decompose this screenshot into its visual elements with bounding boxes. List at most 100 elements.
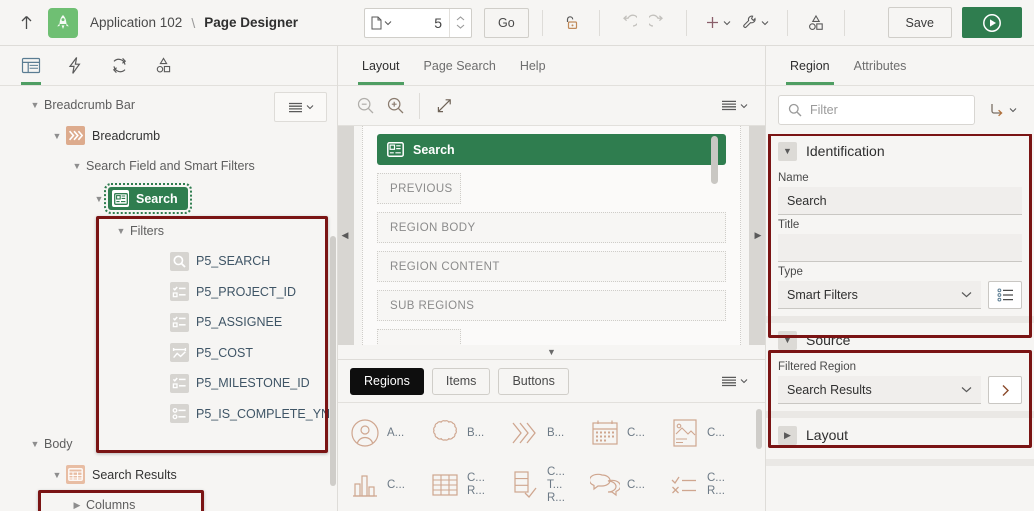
zoom-out-icon[interactable] [350,91,380,121]
card-icon [668,416,702,450]
layout-menu-icon[interactable] [716,91,753,121]
page-number-input[interactable]: 5 [397,15,449,31]
run-button[interactable] [962,7,1022,38]
checklist-icon [170,282,189,302]
title-input[interactable] [778,234,1022,262]
tree-node-breadcrumb[interactable]: ▼ Breadcrumb [0,121,337,152]
left-tab-processing[interactable] [102,47,136,85]
tree-node-p5-is-complete-yn[interactable]: P5_IS_COMPLETE_YN [0,399,337,430]
undo-icon[interactable] [613,8,643,38]
gallery-item-chart[interactable]: C... [348,459,428,511]
page-icon[interactable] [365,16,397,30]
calendar-icon [588,416,622,450]
name-input[interactable]: Search [778,187,1022,215]
collapse-left-icon[interactable]: ◀ [340,228,350,244]
chevron-right-icon[interactable] [988,376,1022,404]
wrench-icon[interactable] [736,8,774,38]
tree-node-body[interactable]: ▼ Body [0,429,337,460]
tree-node-p5-cost[interactable]: P5_COST [0,338,337,369]
collapse-right-icon[interactable]: ▶ [753,228,763,244]
chevron-right-icon[interactable]: ▶ [778,425,797,445]
canvas-scrollbar[interactable] [711,136,718,184]
chevron-down-icon[interactable]: ▼ [48,470,66,480]
gallery-tab-regions[interactable]: Regions [350,367,424,395]
group-header[interactable]: ▼ Identification [778,134,1022,168]
page-number-stepper[interactable] [449,8,471,37]
left-tab-page-shared-components[interactable] [146,47,180,85]
expand-diagonal-icon[interactable] [429,91,459,121]
tab-attributes[interactable]: Attributes [842,46,919,85]
tree-node-search-selected[interactable]: Search [104,183,192,214]
left-tab-rendering[interactable] [14,47,48,85]
breadcrumb-app-link[interactable]: Application 102 [90,15,182,30]
chevron-down-icon[interactable]: ▼ [48,131,66,141]
tree-node-columns[interactable]: ▶ Columns [0,490,337,511]
list-values-icon[interactable] [988,281,1022,309]
chevron-down-icon[interactable]: ▼ [26,100,44,110]
tab-help[interactable]: Help [508,46,558,85]
canvas-placeholder-region-content[interactable]: REGION CONTENT [377,251,726,282]
canvas-region-header-search[interactable]: Search [377,134,726,165]
tree-node-p5-project-id[interactable]: P5_PROJECT_ID [0,277,337,308]
report-icon [66,465,85,485]
tree-scrollbar[interactable] [330,236,336,486]
gallery-tab-items[interactable]: Items [431,367,491,395]
canvas-placeholder-region-body[interactable]: REGION BODY [377,212,726,243]
filtered-region-select[interactable]: Search Results [778,376,981,404]
tree-node-label: P5_MILESTONE_ID [196,376,310,391]
shapes-icon[interactable] [801,8,831,38]
gallery-item-comments[interactable]: C... [588,459,668,511]
tree-node-p5-milestone-id[interactable]: P5_MILESTONE_ID [0,368,337,399]
gallery-item-calendar[interactable]: C... [588,407,668,459]
goto-arrow-icon[interactable] [983,95,1022,125]
right-panel-tabs: Region Attributes [766,46,1034,86]
chevron-down-icon[interactable]: ▼ [90,194,108,204]
tree-node-search[interactable]: ▼ Search [0,182,337,216]
tree-node-filters[interactable]: ▼ Filters [0,216,337,247]
go-button[interactable]: Go [484,7,529,38]
save-button[interactable]: Save [887,7,952,38]
page-selector[interactable]: 5 [364,7,472,38]
tree-node-search-field-and-smart-filters[interactable]: ▼ Search Field and Smart Filters [0,151,337,182]
tree-node-search-results[interactable]: ▼ Search Results [0,460,337,491]
tab-region[interactable]: Region [778,46,842,85]
chevron-down-icon[interactable]: ▼ [68,161,86,171]
gallery-item-checklist-report[interactable]: C... R... [668,459,748,511]
tree-node-breadcrumb-bar[interactable]: ▼ Breadcrumb Bar [0,90,337,121]
group-header[interactable]: ▶ Layout [778,418,1022,452]
filter-input[interactable]: Filter [778,95,975,125]
zoom-in-icon[interactable] [380,91,410,121]
tree-node-p5-assignee[interactable]: P5_ASSIGNEE [0,307,337,338]
canvas-placeholder-partial[interactable] [377,329,461,345]
redo-icon[interactable] [643,8,673,38]
tree-node-p5-search[interactable]: P5_SEARCH [0,246,337,277]
tab-page-search[interactable]: Page Search [412,46,508,85]
canvas-placeholder-sub-regions[interactable]: SUB REGIONS [377,290,726,321]
plus-icon[interactable] [700,8,736,38]
gallery-item-card[interactable]: C... [668,407,748,459]
chevron-down-icon[interactable]: ▼ [778,141,797,161]
canvas-splitter-handle[interactable]: ▼ [338,345,765,359]
content-row-icon [508,468,542,502]
chevron-right-icon[interactable]: ▶ [68,500,86,511]
layout-canvas[interactable]: Search PREVIOUS REGION BODY REGION CONTE… [362,126,741,345]
tab-layout[interactable]: Layout [350,46,412,85]
unlock-icon[interactable] [556,8,586,38]
canvas-placeholder-previous[interactable]: PREVIOUS [377,173,461,204]
type-select[interactable]: Smart Filters [778,281,981,309]
chevron-down-icon[interactable]: ▼ [112,226,130,236]
gallery-item-classic-report[interactable]: C... R... [428,459,508,511]
gallery-item-content-row[interactable]: C... T... R... [508,459,588,511]
app-logo[interactable] [48,7,78,38]
up-arrow-icon[interactable] [14,11,38,35]
gallery-item-avatar[interactable]: A... [348,407,428,459]
gallery-item-breadcrumb[interactable]: B... [508,407,588,459]
chevron-down-icon[interactable]: ▼ [26,439,44,449]
gallery-tab-buttons[interactable]: Buttons [498,367,569,395]
gallery-item-badge[interactable]: B... [428,407,508,459]
gallery-menu-icon[interactable] [716,366,753,396]
gallery-scrollbar[interactable] [756,409,762,449]
group-header[interactable]: ▼ Source [778,323,1022,357]
left-tab-dynamic-actions[interactable] [58,47,92,85]
chevron-down-icon[interactable]: ▼ [778,330,797,350]
